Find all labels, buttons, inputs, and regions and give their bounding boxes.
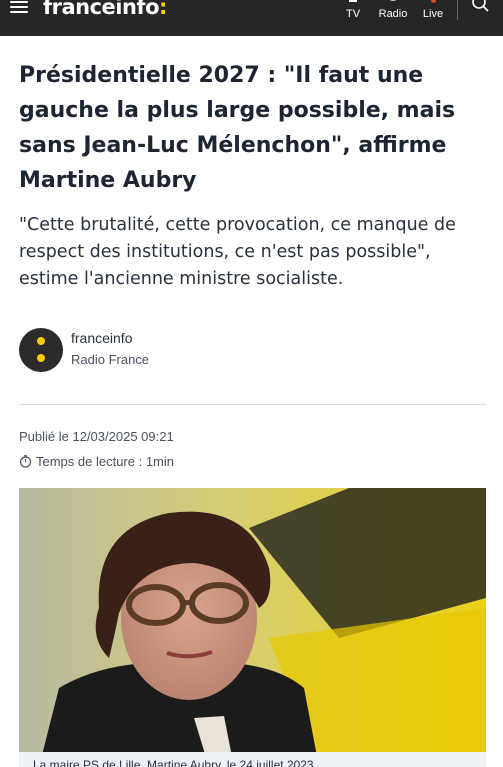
reading-time: Temps de lecture : 1min — [19, 454, 174, 469]
reading-time-label: Temps de lecture : 1min — [36, 454, 175, 469]
franceinfo-logo[interactable]: franceinfo: — [43, 0, 167, 21]
author-avatar — [19, 328, 63, 372]
author-organization: Radio France — [71, 352, 150, 367]
tv-icon — [349, 0, 357, 2]
timer-icon — [19, 455, 32, 468]
article-title: Présidentielle 2027 : "Il faut une gauch… — [19, 63, 456, 193]
menu-icon[interactable] — [10, 1, 28, 15]
logo-text: franceinfo — [43, 0, 160, 19]
nav-radio-label: Radio — [378, 8, 408, 20]
author-name[interactable]: franceinfo — [71, 330, 132, 346]
author-block[interactable]: franceinfo Radio France — [19, 328, 319, 372]
portrait-image — [19, 488, 486, 767]
photo-caption: La maire PS de Lille, Martine Aubry, le … — [19, 752, 486, 767]
publish-date: Publié le 12/03/2025 09:21 — [19, 429, 174, 444]
search-icon[interactable] — [471, 0, 491, 14]
radio-icon — [389, 0, 397, 1]
logo-colon: : — [159, 0, 167, 19]
article-photo[interactable] — [19, 488, 486, 767]
live-icon — [431, 0, 436, 3]
nav-live[interactable]: Live — [419, 0, 447, 20]
top-header: franceinfo: TV Radio Live — [0, 0, 503, 36]
nav-live-label: Live — [422, 8, 444, 20]
nav-tv-label: TV — [345, 8, 361, 20]
nav-tv[interactable]: TV — [341, 0, 365, 20]
nav-radio[interactable]: Radio — [374, 0, 412, 20]
article-lead: "Cette brutalité, cette provocation, ce … — [19, 215, 456, 289]
meta-divider — [19, 404, 486, 405]
header-divider — [457, 0, 458, 20]
